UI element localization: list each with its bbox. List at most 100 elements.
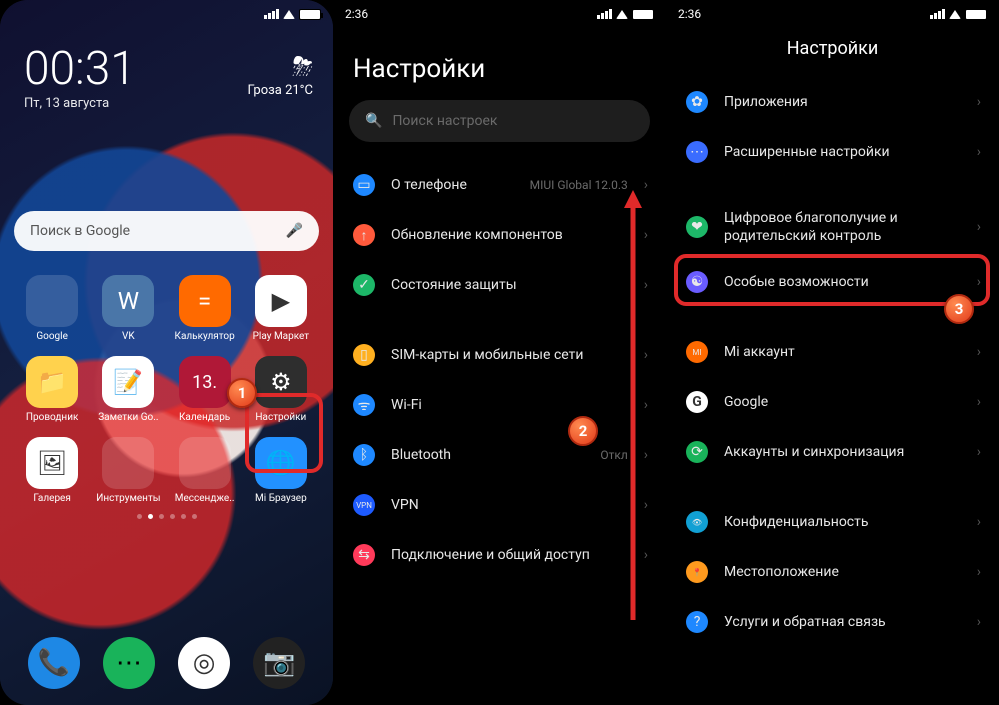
status-bar: 2:36 <box>333 0 666 28</box>
settings-item-bluetooth[interactable]: ᛒBluetoothОткл› <box>333 430 666 480</box>
app-label: Проводник <box>26 412 79 423</box>
chevron-right-icon: › <box>977 444 981 460</box>
settings-item-tether[interactable]: ⇆Подключение и общий доступ› <box>333 530 666 580</box>
settings-icon: ⚙ <box>255 356 307 408</box>
settings-item-feedback[interactable]: ?Услуги и обратная связь› <box>666 597 999 647</box>
dock-chrome[interactable]: ◎ <box>178 637 230 689</box>
settings-item-location[interactable]: 📍Местоположение› <box>666 547 999 597</box>
app-vk[interactable]: WVK <box>90 275 166 342</box>
app-calculator[interactable]: =Калькулятор <box>167 275 243 342</box>
app-label: Мессендже.. <box>175 493 235 504</box>
settings-item-advanced[interactable]: ⋯Расширенные настройки› <box>666 127 999 177</box>
chevron-right-icon: › <box>644 177 648 193</box>
google-icon: G <box>686 391 708 413</box>
privacy-icon: 👁 <box>686 511 708 533</box>
gallery-icon: 🖼 <box>26 437 78 489</box>
app-label: Google <box>36 331 68 342</box>
app-messengers[interactable]: Мессендже.. <box>167 437 243 504</box>
dock: 📞 ⋯ ◎ 📷 <box>0 637 333 689</box>
wifi-icon <box>616 10 628 19</box>
settings-item-wifi[interactable]: ᯤWi-Fi › <box>333 380 666 430</box>
settings-item-vpn[interactable]: VPNVPN› <box>333 480 666 530</box>
browser-icon: 🌐 <box>255 437 307 489</box>
app-settings[interactable]: ⚙ Настройки <box>243 356 319 423</box>
app-label: Настройки <box>255 412 306 423</box>
sync-icon: ⟳ <box>686 441 708 463</box>
weather-widget[interactable]: ⛈ Гроза 21°C <box>248 52 314 98</box>
app-label: Календарь <box>179 412 230 423</box>
app-label: Заметки Go.. <box>98 412 158 423</box>
settings-item-sim[interactable]: ▯SIM-карты и мобильные сети› <box>333 330 666 380</box>
app-label: Play Маркет <box>253 331 310 342</box>
accessibility-icon: ☯ <box>686 271 708 293</box>
chevron-right-icon: › <box>977 94 981 110</box>
status-time: 2:36 <box>345 7 597 21</box>
page-indicator[interactable] <box>0 514 333 519</box>
settings-list: ▭О телефонеMIUI Global 12.0.3›↑Обновлени… <box>333 160 666 580</box>
updates-icon: ↑ <box>353 224 375 246</box>
explorer-icon: 📁 <box>26 356 78 408</box>
status-bar <box>0 0 333 28</box>
clock-date: Пт, 13 августа <box>24 96 313 111</box>
app-google[interactable]: Google <box>14 275 90 342</box>
advanced-icon: ⋯ <box>686 141 708 163</box>
bluetooth-icon: ᛒ <box>353 444 375 466</box>
status-bar: 2:36 <box>666 0 999 28</box>
chevron-right-icon: › <box>644 227 648 243</box>
chevron-right-icon: › <box>977 614 981 630</box>
chevron-right-icon: › <box>644 447 648 463</box>
settings-item-value: MIUI Global 12.0.3 <box>530 178 628 192</box>
settings-item-label: SIM-карты и мобильные сети <box>391 346 628 364</box>
calendar-icon: 13. <box>179 356 231 408</box>
chevron-right-icon: › <box>977 564 981 580</box>
settings-item-updates[interactable]: ↑ Обновление компонентов › <box>333 210 666 260</box>
app-browser[interactable]: 🌐 Mi Браузер <box>243 437 319 504</box>
settings-item-label: Приложения <box>724 93 961 111</box>
settings-item-apps[interactable]: ✿Приложения› <box>666 77 999 127</box>
settings-item-wellbeing[interactable]: ❤Цифровое благополучие и родительский ко… <box>666 197 999 257</box>
app-grid: Google WVK=Калькулятор▶Play Маркет 📁 Провод… <box>0 269 333 504</box>
wifi-icon: ᯤ <box>353 394 375 416</box>
settings-item-value: Откл <box>600 448 627 462</box>
settings-search[interactable]: 🔍 Поиск настроек <box>349 100 650 142</box>
about-icon: ▭ <box>353 174 375 196</box>
wellbeing-icon: ❤ <box>686 216 708 238</box>
wifi-icon <box>949 10 961 19</box>
app-gallery[interactable]: 🖼Галерея <box>14 437 90 504</box>
dock-phone[interactable]: 📞 <box>28 637 80 689</box>
app-label: Калькулятор <box>175 331 235 342</box>
chevron-right-icon: › <box>644 497 648 513</box>
weather-icon: ⛈ <box>248 52 314 83</box>
messengers-icon <box>179 437 231 489</box>
chevron-right-icon: › <box>977 514 981 530</box>
app-calendar[interactable]: 13. Календарь <box>167 356 243 423</box>
app-label: Mi Браузер <box>255 493 307 504</box>
settings-detail-panel: 2:36 Настройки ✿Приложения›⋯Расширенные … <box>666 0 999 705</box>
settings-item-accessibility[interactable]: ☯Особые возможности› <box>666 257 999 307</box>
chevron-right-icon: › <box>644 347 648 363</box>
settings-item-sync[interactable]: ⟳Аккаунты и синхронизация› <box>666 427 999 477</box>
settings-item-label: Mi аккаунт <box>724 343 945 361</box>
dock-messages[interactable]: ⋯ <box>103 637 155 689</box>
settings-item-privacy[interactable]: 👁Конфиденциальность› <box>666 497 999 547</box>
chevron-right-icon: › <box>644 277 648 293</box>
settings-item-mi-account[interactable]: MIMi аккаунт › <box>666 327 999 377</box>
vk-icon: W <box>102 275 154 327</box>
dock-camera[interactable]: 📷 <box>253 637 305 689</box>
app-play[interactable]: ▶Play Маркет <box>243 275 319 342</box>
settings-item-security[interactable]: ✓Состояние защиты› <box>333 260 666 310</box>
app-explorer[interactable]: 📁 Проводник <box>14 356 90 423</box>
mic-icon[interactable]: 🎤 <box>286 223 303 239</box>
app-tools[interactable]: Инструменты <box>90 437 166 504</box>
settings-item-label: Подключение и общий доступ <box>391 546 628 564</box>
settings-item-label: Особые возможности <box>724 273 961 291</box>
wifi-icon <box>283 10 295 19</box>
settings-item-label: Wi-Fi <box>391 396 612 414</box>
settings-item-google[interactable]: GGoogle› <box>666 377 999 427</box>
app-notes[interactable]: 📝Заметки Go.. <box>90 356 166 423</box>
settings-item-label: Обновление компонентов <box>391 226 628 244</box>
tether-icon: ⇆ <box>353 544 375 566</box>
settings-item-about[interactable]: ▭О телефонеMIUI Global 12.0.3› <box>333 160 666 210</box>
google-search[interactable]: Поиск в Google 🎤 <box>14 211 319 251</box>
battery-icon <box>632 9 654 20</box>
